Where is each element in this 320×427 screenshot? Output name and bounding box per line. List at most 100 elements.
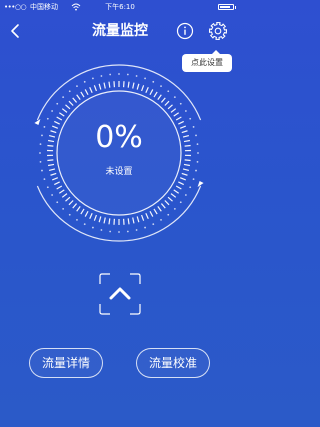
gauge-tick <box>68 100 74 106</box>
gauge-tick <box>61 193 68 198</box>
gauge-tick <box>179 177 186 181</box>
gauge-tick <box>141 85 145 92</box>
gauge-tick <box>65 104 71 110</box>
chevron-left-icon <box>11 24 19 38</box>
gauge-tick <box>182 168 190 172</box>
usage-calibrate-button[interactable]: 流量校准 <box>136 348 210 378</box>
gauge-dot <box>173 96 176 99</box>
gauge-tick <box>103 217 106 224</box>
gauge-tick <box>178 181 184 186</box>
gauge-tick <box>182 134 190 138</box>
gauge-dot <box>56 201 59 204</box>
gauge-dot <box>135 229 138 231</box>
gauge-tick <box>184 159 191 162</box>
gauge-tick <box>52 177 59 181</box>
nav-bar: 流量监控 <box>0 14 240 48</box>
gauge-tick <box>175 116 182 121</box>
gauge-tick <box>68 200 74 206</box>
gauge-tick <box>108 218 111 225</box>
gauge-tick <box>153 91 158 98</box>
info-icon <box>176 22 194 40</box>
gauge-tick <box>179 125 186 129</box>
gauge-dot <box>76 85 78 88</box>
gauge-dot <box>41 134 43 137</box>
gauge-tick <box>145 86 149 93</box>
gauge-tick <box>157 94 162 100</box>
gauge-dot <box>189 117 192 120</box>
gauge-dot <box>62 96 65 99</box>
gauge-dot <box>173 207 176 210</box>
gauge-dot <box>196 143 199 146</box>
gauge-tick <box>72 203 78 209</box>
gauge-tick <box>183 139 191 143</box>
gauge-tick <box>84 210 89 217</box>
gauge-tick <box>160 97 166 103</box>
usage-details-button[interactable]: 流量详情 <box>29 348 103 378</box>
gauge-tick <box>54 120 60 125</box>
gauge-tick <box>173 189 180 194</box>
expand-button[interactable] <box>96 270 144 318</box>
back-button[interactable] <box>4 18 26 44</box>
gauge-dot <box>43 126 46 128</box>
gauge-tick <box>136 216 140 223</box>
gauge-tick <box>72 97 78 103</box>
gear-icon <box>208 21 228 41</box>
gauge-tick <box>108 81 111 88</box>
gauge-tick <box>132 217 135 224</box>
gauge-dot <box>184 110 187 112</box>
gauge-tick <box>61 108 68 113</box>
gauge-dot <box>144 77 146 80</box>
gauge-tick <box>160 203 166 209</box>
gauge-tick <box>65 196 71 202</box>
gauge-dot <box>197 152 199 154</box>
info-button[interactable] <box>176 22 194 40</box>
gauge-dot <box>68 90 71 93</box>
gauge-dot <box>192 178 195 180</box>
gauge-dot <box>118 231 120 233</box>
gauge-tick <box>47 159 54 162</box>
gauge-tick <box>173 112 180 117</box>
gauge-dot <box>56 102 59 105</box>
gauge-tick <box>58 112 65 117</box>
gauge-tick <box>89 86 93 93</box>
gauge-dot <box>167 90 170 93</box>
gauge-tick <box>76 206 81 212</box>
gauge-dot <box>126 73 129 76</box>
gauge-dot <box>192 126 195 128</box>
gauge-dot <box>92 77 94 80</box>
gauge-tick <box>181 172 188 176</box>
gauge-tick <box>89 213 93 220</box>
gauge-dot <box>46 186 49 189</box>
gauge-dot <box>62 207 65 210</box>
gauge-dot <box>76 218 78 221</box>
gauge-tick <box>170 108 177 113</box>
gauge-tick <box>167 104 173 110</box>
status-bar: •••○○ 中国移动 下午6:10 <box>0 0 240 14</box>
gauge-face <box>57 91 181 215</box>
gauge-tick <box>48 168 56 172</box>
gauge-tick <box>132 82 135 89</box>
gauge-tick <box>183 163 191 167</box>
settings-button[interactable] <box>208 21 228 41</box>
gauge-tick <box>167 196 173 202</box>
gauge-dot <box>46 117 49 120</box>
gauge-tick <box>93 214 97 221</box>
gauge-tick <box>93 85 97 92</box>
gauge-dot <box>195 134 197 137</box>
gauge-tick <box>47 139 55 143</box>
gauge-dot <box>144 226 146 229</box>
gauge-dot <box>41 169 43 172</box>
gauge-tick <box>184 144 191 147</box>
gauge-tick <box>149 210 154 217</box>
gauge-tick <box>56 116 63 121</box>
gauge-tick <box>48 134 56 138</box>
gauge-dot <box>152 80 155 83</box>
gauge-dot <box>126 230 129 233</box>
gauge-tick <box>141 214 145 221</box>
gauge-tick <box>80 208 85 215</box>
gauge-tick <box>98 83 102 90</box>
gauge-tick <box>47 163 55 167</box>
gauge-tick <box>50 130 57 134</box>
gauge-tick <box>98 216 102 223</box>
gauge-tick <box>54 181 60 186</box>
